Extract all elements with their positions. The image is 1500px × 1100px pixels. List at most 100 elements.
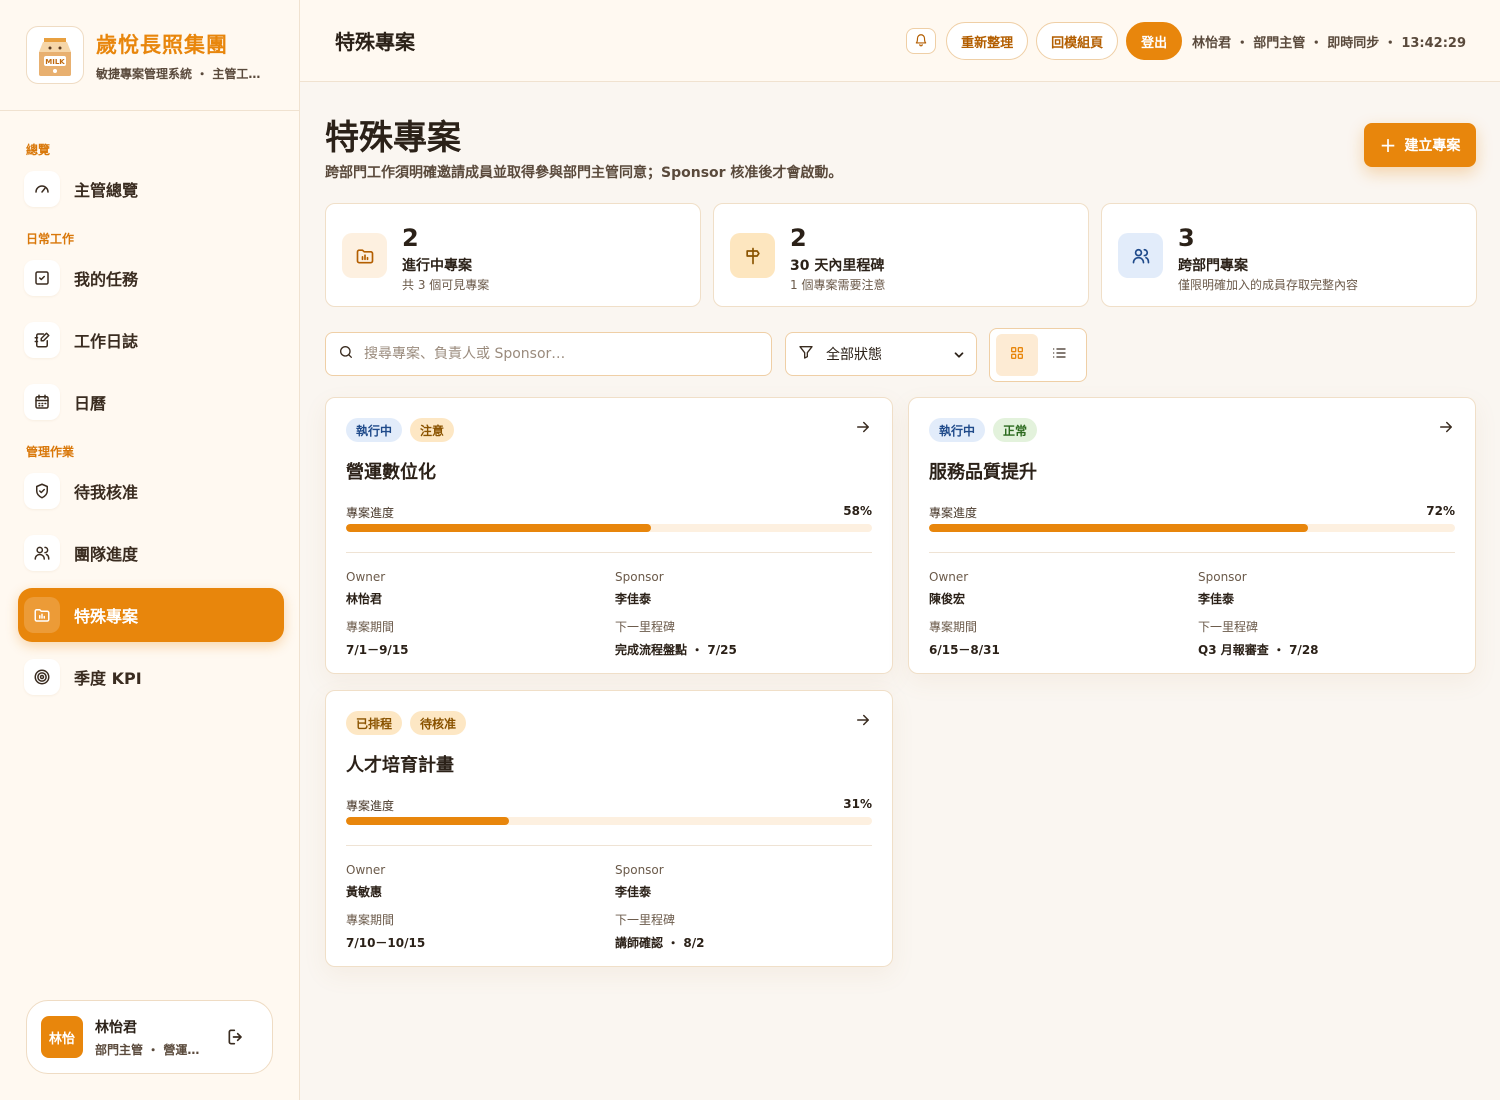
sidebar-item-journal[interactable]: 工作日誌	[18, 313, 284, 367]
target-icon	[24, 659, 60, 695]
calendar-icon	[24, 384, 60, 420]
stat-value: 2	[402, 224, 419, 252]
sidebar-item-dashboard[interactable]: 主管總覽	[18, 162, 284, 216]
owner-value: 陳俊宏	[929, 592, 966, 606]
stat-card-active: 2 進行中專案 共 3 個可見專案	[325, 203, 701, 307]
owner-label: Owner	[346, 570, 386, 584]
progress-label: 專案進度	[346, 799, 395, 813]
notebook-pen-icon	[24, 322, 60, 358]
svg-text:MILK: MILK	[45, 58, 65, 66]
sidebar-nav: 總覽 主管總覽 日常工作 我的任務 工作日誌 日曆 管理作業 待我核准 團隊進度…	[0, 141, 299, 704]
gauge-icon	[24, 171, 60, 207]
folder-chart-icon	[24, 597, 60, 633]
stat-sub: 僅限明確加入的成員存取完整內容	[1178, 278, 1359, 292]
divider	[346, 845, 872, 846]
signpost-icon	[730, 233, 775, 278]
brand-name: 歲悅長照集團	[96, 32, 228, 57]
period-label: 專案期間	[346, 620, 395, 634]
period-value: 6/15－8/31	[929, 643, 1000, 657]
sidebar-item-label: 季度 KPI	[74, 669, 142, 688]
stat-value: 2	[790, 224, 807, 252]
toolbar: 全部狀態	[325, 328, 1476, 382]
progress-bar	[346, 524, 872, 532]
progress-label: 專案進度	[346, 506, 395, 520]
period-label: 專案期間	[346, 913, 395, 927]
owner-label: Owner	[346, 863, 386, 877]
brand-subtitle: 敏捷專案管理系統 ・ 主管工…	[96, 66, 261, 81]
sponsor-label: Sponsor	[615, 570, 664, 584]
project-card[interactable]: 執行中 正常 服務品質提升 專案進度 72% Owner 陳俊宏 Sponsor 李…	[908, 397, 1476, 674]
topbar: 特殊專案 重新整理 回模組頁 登出 林怡君 ・ 部門主管 ・ 即時同步 ・ 13…	[300, 0, 1500, 82]
milestone-label: 下一里程碑	[615, 620, 676, 634]
divider	[929, 552, 1455, 553]
sponsor-value: 李佳泰	[615, 592, 652, 606]
progress-percent: 58%	[843, 504, 872, 518]
stat-sub: 共 3 個可見專案	[402, 278, 490, 292]
milestone-value: 完成流程盤點 ・ 7/25	[615, 643, 737, 657]
nav-section-manage: 管理作業	[26, 445, 75, 459]
status-badge: 執行中	[929, 418, 986, 442]
arrow-right-icon[interactable]	[1437, 418, 1455, 440]
milestone-label: 下一里程碑	[615, 913, 676, 927]
brand: MILK 歲悅長照集團 敏捷專案管理系統 ・ 主管工…	[0, 0, 299, 111]
user-card: 林怡 林怡君 部門主管 ・ 營運…	[26, 1000, 273, 1074]
search-input[interactable]	[364, 346, 744, 362]
progress-fill	[346, 524, 652, 532]
divider	[346, 552, 872, 553]
folder-icon	[342, 233, 387, 278]
stat-label: 進行中專案	[402, 258, 472, 274]
progress-bar	[929, 524, 1455, 532]
users-icon	[24, 535, 60, 571]
sponsor-label: Sponsor	[1198, 570, 1247, 584]
user-role: 部門主管 ・ 營運…	[95, 1042, 200, 1057]
filter-icon	[798, 344, 814, 364]
sidebar-item-label: 待我核准	[74, 483, 139, 502]
project-card[interactable]: 已排程 待核准 人才培育計畫 專案進度 31% Owner 黃敏惠 Sponsor…	[325, 690, 893, 967]
logout-icon[interactable]	[226, 1027, 246, 1051]
project-title: 人才培育計畫	[346, 755, 454, 776]
project-card[interactable]: 執行中 注意 營運數位化 專案進度 58% Owner 林怡君 Sponsor 李佳…	[325, 397, 893, 674]
progress-fill	[346, 817, 510, 825]
sidebar-item-special-projects[interactable]: 特殊專案	[18, 588, 284, 642]
stat-sub: 1 個專案需要注意	[790, 278, 886, 292]
owner-label: Owner	[929, 570, 969, 584]
project-title: 服務品質提升	[929, 462, 1037, 483]
stat-label: 30 天內里程碑	[790, 258, 885, 274]
bell-icon	[914, 32, 928, 51]
sidebar: MILK 歲悅長照集團 敏捷專案管理系統 ・ 主管工… 總覽 主管總覽 日常工作…	[0, 0, 300, 1100]
milestone-value: Q3 月報審查 ・ 7/28	[1198, 643, 1319, 657]
refresh-button[interactable]: 重新整理	[946, 22, 1029, 60]
search-box	[325, 332, 772, 376]
status-filter-select[interactable]: 全部狀態	[785, 332, 977, 376]
sponsor-label: Sponsor	[615, 863, 664, 877]
chevron-down-icon	[952, 347, 966, 366]
sidebar-item-approvals[interactable]: 待我核准	[18, 464, 284, 518]
milk-logo-icon: MILK	[26, 26, 84, 84]
stat-card-milestones: 2 30 天內里程碑 1 個專案需要注意	[713, 203, 1089, 307]
sidebar-item-calendar[interactable]: 日曆	[18, 375, 284, 429]
sponsor-value: 李佳泰	[1198, 592, 1235, 606]
list-view-button[interactable]	[1038, 334, 1080, 376]
sidebar-item-kpi[interactable]: 季度 KPI	[18, 650, 284, 704]
arrow-right-icon[interactable]	[854, 711, 872, 733]
logout-button[interactable]: 登出	[1126, 22, 1183, 60]
sync-status: 林怡君 ・ 部門主管 ・ 即時同步 ・ 13:42:29	[1192, 35, 1466, 51]
stats-row: 2 進行中專案 共 3 個可見專案 2 30 天內里程碑 1 個專案需要注意 3…	[325, 203, 1477, 307]
owner-value: 黃敏惠	[346, 885, 383, 899]
sidebar-item-team[interactable]: 團隊進度	[18, 526, 284, 580]
progress-label: 專案進度	[929, 506, 978, 520]
notifications-button[interactable]	[906, 28, 937, 54]
sidebar-item-label: 團隊進度	[74, 545, 139, 564]
create-project-button[interactable]: + 建立專案	[1364, 123, 1476, 167]
list-icon	[1051, 345, 1067, 365]
sidebar-item-label: 我的任務	[74, 270, 139, 289]
back-to-module-button[interactable]: 回模組頁	[1036, 22, 1119, 60]
page-description: 跨部門工作須明確邀請成員並取得參與部門主管同意；Sponsor 核准後才會啟動。	[325, 165, 843, 181]
user-name: 林怡君	[95, 1019, 137, 1036]
arrow-right-icon[interactable]	[854, 418, 872, 440]
owner-value: 林怡君	[346, 592, 383, 606]
progress-percent: 31%	[843, 797, 872, 811]
grid-view-button[interactable]	[996, 334, 1038, 376]
sidebar-item-tasks[interactable]: 我的任務	[18, 251, 284, 305]
shield-check-icon	[24, 473, 60, 509]
